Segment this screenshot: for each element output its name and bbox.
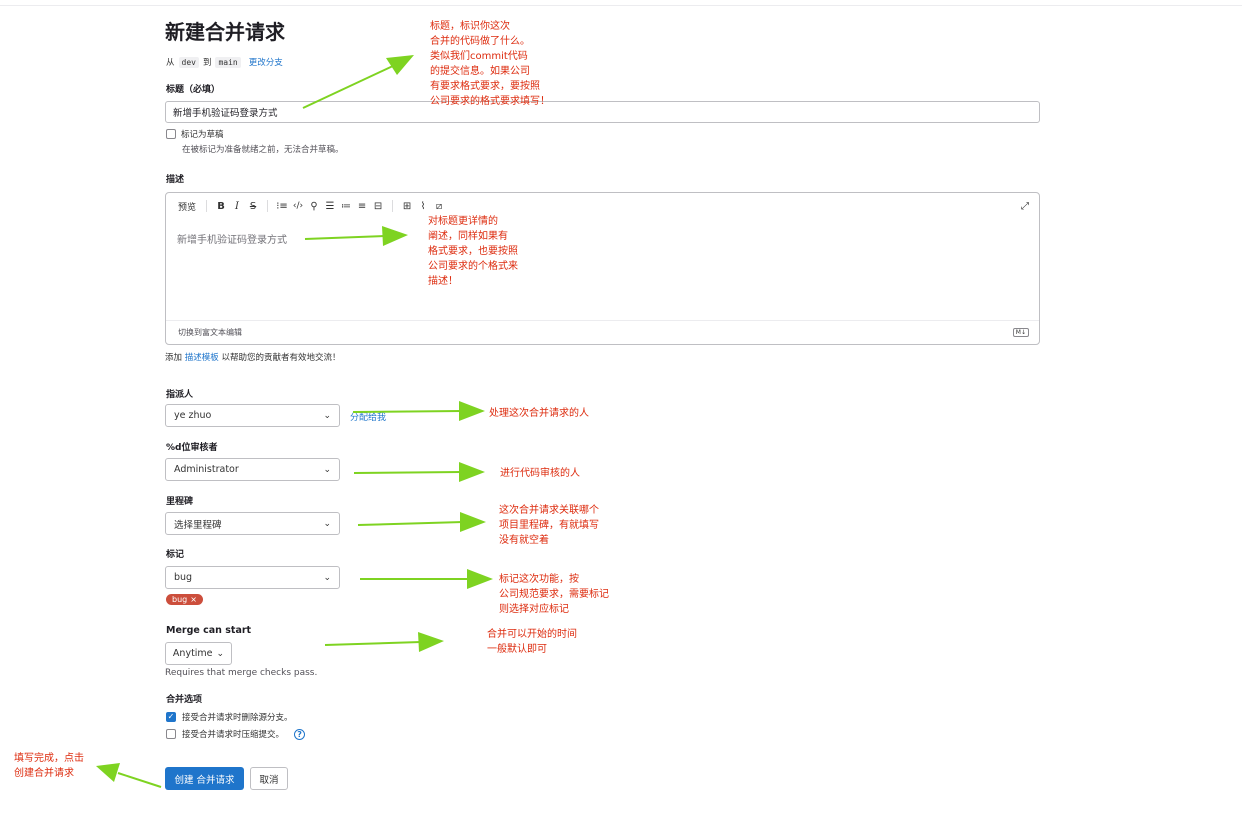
- merge-start-value: Anytime: [172, 648, 213, 659]
- assignee-value: ye zhuo: [174, 410, 212, 421]
- labels-value: bug: [174, 572, 193, 583]
- table-icon[interactable]: ⊞: [399, 201, 415, 212]
- title-label: 标题（必填）: [166, 85, 221, 95]
- chevron-down-icon: ⌄: [323, 518, 331, 529]
- labels-label: 标记: [166, 550, 185, 560]
- remove-label-icon[interactable]: ×: [190, 595, 197, 604]
- editor-footer: 切换到富文本编辑 M↓: [166, 320, 1039, 344]
- markdown-icon: M↓: [1012, 328, 1029, 337]
- annotation-title: 标题，标识你这次 合并的代码做了什么。 类似我们commit代码 的提交信息。如…: [430, 21, 550, 107]
- milestone-select[interactable]: 选择里程碑 ⌄: [165, 512, 340, 535]
- title-input-value: 新增手机验证码登录方式: [173, 108, 278, 119]
- toolbar-divider: [392, 200, 394, 212]
- squash-label: 接受合并请求时压缩提交。: [182, 730, 285, 740]
- cancel-button[interactable]: 取消: [250, 767, 288, 790]
- draft-help: 在被标记为准备就绪之前，无法合并草稿。: [182, 145, 344, 155]
- arrow-labels: [360, 569, 493, 589]
- assignee-label: 指派人: [166, 390, 194, 400]
- collapsible-icon[interactable]: ⊟: [370, 201, 386, 212]
- annotation-reviewer: 进行代码审核的人: [500, 468, 580, 479]
- quote-icon[interactable]: ⁝≡: [274, 201, 290, 212]
- description-label: 描述: [166, 175, 185, 185]
- annotation-milestone: 这次合并请求关联哪个 项目里程碑，有就填写 没有就空着: [499, 505, 599, 546]
- preview-tab[interactable]: 预览: [178, 200, 196, 213]
- task-list-icon[interactable]: ≡: [354, 201, 370, 212]
- delete-source-checkbox[interactable]: ✓: [166, 712, 176, 722]
- arrow-merge-start: [324, 632, 444, 652]
- top-border: [0, 0, 1242, 6]
- annotation-description: 对标题更详情的 阐述，同样如果有 格式要求，也要按照 公司要求的个格式来 描述！: [428, 216, 518, 287]
- help-icon[interactable]: ?: [294, 728, 306, 740]
- label-tag-text: bug: [172, 595, 188, 604]
- description-editor: 预览 B I S ⁝≡ ‹/› ⚲ ☰ ≔ ≡ ⊟ ⊞ ⌇ ⧄ ⤢ 新增手机验证…: [165, 192, 1040, 345]
- link-icon[interactable]: ⚲: [306, 201, 322, 212]
- arrow-milestone: [357, 512, 486, 532]
- merge-start-label: Merge can start: [166, 625, 252, 636]
- template-help: 添加 描述模板 以帮助您的贡献者有效地交流！: [165, 351, 340, 363]
- branch-info: 从 dev 到 main 更改分支: [166, 56, 283, 68]
- merge-start-help: Requires that merge checks pass.: [165, 668, 318, 678]
- reviewer-value: Administrator: [174, 464, 239, 475]
- bullet-list-icon[interactable]: ☰: [322, 201, 338, 212]
- title-input[interactable]: 新增手机验证码登录方式: [165, 101, 1040, 123]
- draft-label: 标记为草稿: [181, 130, 224, 140]
- toolbar-divider: [206, 200, 208, 212]
- quick-action-icon[interactable]: ⧄: [431, 201, 447, 212]
- squash-checkbox[interactable]: [166, 729, 176, 739]
- delete-source-label: 接受合并请求时删除源分支。: [182, 713, 293, 723]
- annotation-assignee: 处理这次合并请求的人: [489, 408, 589, 419]
- reviewer-select[interactable]: Administrator ⌄: [165, 458, 340, 481]
- target-branch: main: [215, 56, 241, 68]
- branch-from-prefix: 从: [166, 58, 175, 68]
- chevron-down-icon: ⌄: [323, 410, 331, 421]
- arrow-submit: [96, 763, 162, 788]
- change-branch-link[interactable]: 更改分支: [249, 56, 283, 68]
- toolbar-divider: [267, 200, 269, 212]
- milestone-value: 选择里程碑: [174, 519, 222, 531]
- annotation-submit: 填写完成，点击 创建合并请求: [14, 753, 84, 779]
- attach-icon[interactable]: ⌇: [415, 201, 431, 212]
- strikethrough-icon[interactable]: S: [245, 201, 261, 212]
- chevron-down-icon: ⌄: [323, 572, 331, 583]
- annotation-labels: 标记这次功能，按 公司规范要求，需要标记 则选择对应标记: [499, 574, 609, 615]
- template-help-suffix: 以帮助您的贡献者有效地交流！: [221, 353, 341, 363]
- create-merge-request-button[interactable]: 创建 合并请求: [165, 767, 244, 790]
- arrow-reviewer: [353, 462, 485, 482]
- chevron-down-icon: ⌄: [323, 464, 331, 475]
- numbered-list-icon[interactable]: ≔: [338, 201, 354, 212]
- draft-checkbox[interactable]: [166, 129, 176, 139]
- reviewer-label: %d位审核者: [166, 443, 218, 453]
- template-help-prefix: 添加: [165, 353, 183, 363]
- chevron-down-icon: ⌄: [216, 648, 225, 659]
- squash-row[interactable]: 接受合并请求时压缩提交。 ?: [166, 728, 306, 740]
- template-link[interactable]: 描述模板: [185, 353, 219, 363]
- page-title: 新建合并请求: [165, 20, 285, 44]
- editor-toolbar: 预览 B I S ⁝≡ ‹/› ⚲ ☰ ≔ ≡ ⊟ ⊞ ⌇ ⧄: [166, 193, 1039, 219]
- source-branch: dev: [178, 56, 199, 68]
- merge-options-label: 合并选项: [166, 695, 203, 705]
- bold-icon[interactable]: B: [213, 201, 229, 212]
- draft-checkbox-row[interactable]: 标记为草稿: [166, 128, 224, 140]
- description-textarea[interactable]: 新增手机验证码登录方式: [177, 231, 287, 246]
- merge-start-dropdown[interactable]: Anytime ⌄: [165, 642, 232, 665]
- expand-icon[interactable]: ⤢: [1021, 201, 1029, 212]
- assignee-select[interactable]: ye zhuo ⌄: [165, 404, 340, 427]
- code-icon[interactable]: ‹/›: [290, 201, 306, 211]
- italic-icon[interactable]: I: [229, 201, 245, 212]
- assign-to-me-link[interactable]: 分配给我: [350, 410, 386, 423]
- milestone-label: 里程碑: [166, 497, 194, 507]
- branch-to-word: 到: [202, 58, 212, 68]
- switch-rich-text-link[interactable]: 切换到富文本编辑: [178, 327, 242, 338]
- delete-source-row[interactable]: ✓ 接受合并请求时删除源分支。: [166, 711, 293, 723]
- label-tag-bug: bug ×: [166, 594, 203, 605]
- annotation-merge-start: 合并可以开始的时间 一般默认即可: [487, 629, 577, 655]
- labels-select[interactable]: bug ⌄: [165, 566, 340, 589]
